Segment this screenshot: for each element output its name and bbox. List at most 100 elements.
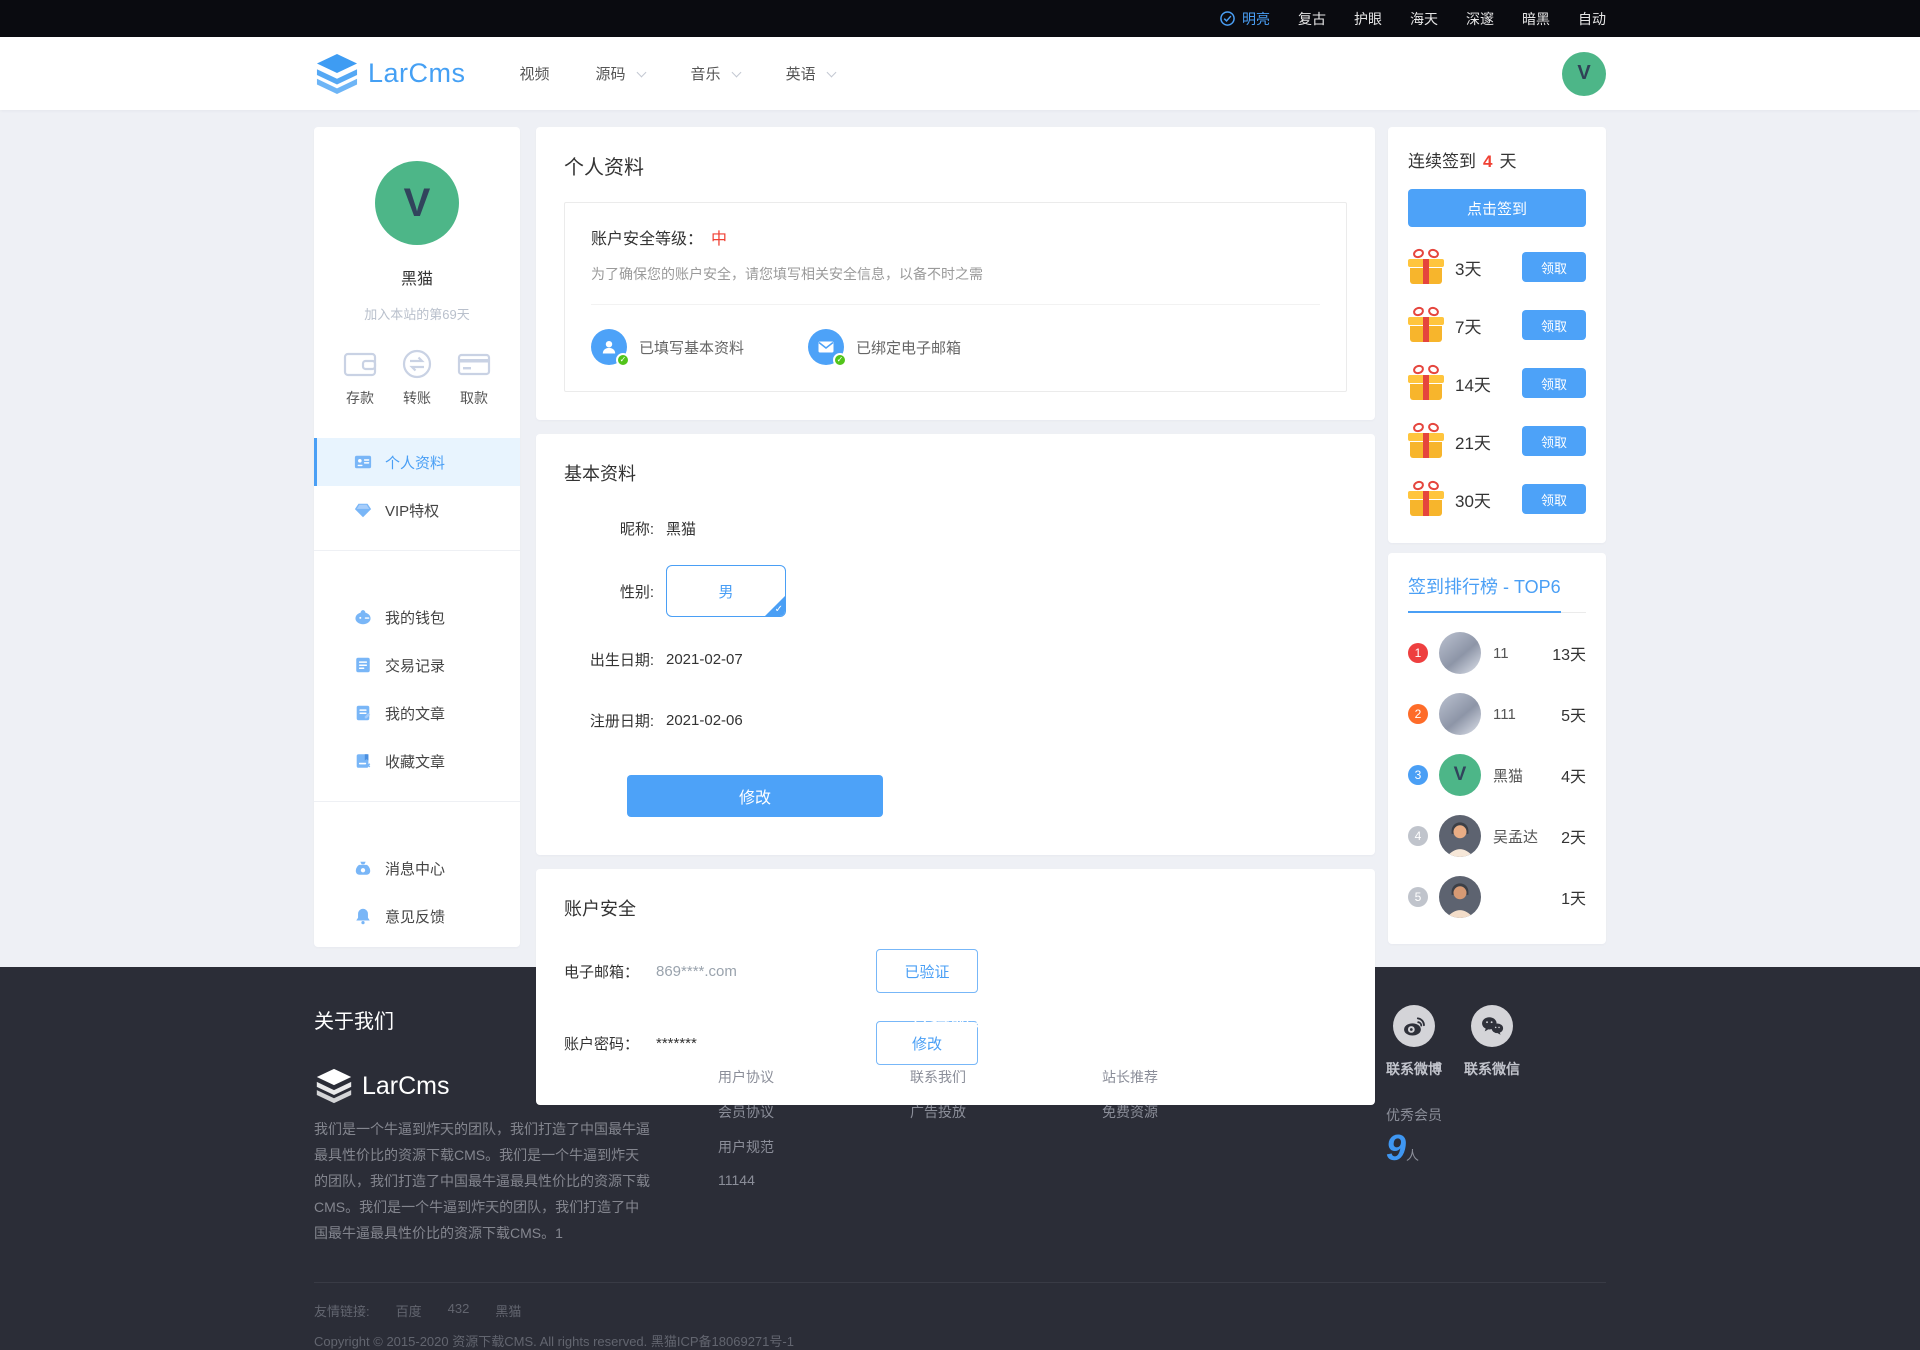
menu-divider <box>314 801 520 802</box>
signin-streak: 连续签到4天 <box>1408 147 1586 172</box>
wallet-op-label: 转账 <box>403 388 431 408</box>
friend-links-label: 友情链接: <box>314 1301 370 1320</box>
status-label: 已绑定电子邮箱 <box>856 337 961 358</box>
ranking-header: 签到排行榜 - TOP6 <box>1408 573 1586 613</box>
wechat-contact[interactable]: 联系微信 <box>1464 1005 1520 1079</box>
footer-link[interactable]: 用户规范 <box>718 1137 882 1157</box>
register-date-value: 2021-02-06 <box>666 712 743 729</box>
members-count: 9 <box>1386 1127 1406 1168</box>
footer-link[interactable]: 站长推荐 <box>1102 1067 1266 1087</box>
sidebar-item-transactions[interactable]: 交易记录 <box>314 641 520 689</box>
wallet-op-label: 存款 <box>346 388 374 408</box>
theme-bar-inner: 明亮 复古 护眼 海天 深邃 暗黑 自动 <box>314 9 1606 29</box>
nav-item-english[interactable]: 英语 <box>786 63 835 84</box>
sidebar-item-label: 收藏文章 <box>385 751 445 772</box>
signin-card: 连续签到4天 点击签到 3天 领取 7天 领取 14天 领取 <box>1388 127 1606 543</box>
ranking-title: 签到排行榜 - TOP6 <box>1408 573 1561 613</box>
theme-item-retro[interactable]: 复古 <box>1298 9 1326 29</box>
rank-name: 黑猫 <box>1493 765 1523 786</box>
theme-item-auto[interactable]: 自动 <box>1578 9 1606 29</box>
footer-link[interactable]: 免费资源 <box>1102 1102 1266 1122</box>
claim-button[interactable]: 领取 <box>1522 426 1586 456</box>
security-level: 账户安全等级：中 <box>591 225 1320 249</box>
chevron-down-icon <box>636 67 646 77</box>
gender-option-male[interactable]: 男 <box>666 565 786 617</box>
selected-check-icon <box>775 604 783 615</box>
bank-card-icon <box>457 349 491 379</box>
sidebar-item-wallet[interactable]: 我的钱包 <box>314 593 520 641</box>
footer-col-title: 网站协议 <box>718 1005 882 1034</box>
avatar-letter: V <box>404 181 431 226</box>
footer-bottom: 友情链接: 百度 432 黑猫 Copyright © 2015-2020 资源… <box>314 1282 1606 1350</box>
transfer-button[interactable]: 转账 <box>393 349 441 408</box>
birthday-value: 2021-02-07 <box>666 651 743 668</box>
sidebar-item-label: 交易记录 <box>385 655 445 676</box>
social-label: 联系微信 <box>1464 1059 1520 1079</box>
profile-sidebar: V 黑猫 加入本站的第69天 存款 转账 取款 <box>314 127 520 947</box>
social-label: 联系微博 <box>1386 1059 1442 1079</box>
theme-item-deep[interactable]: 深邃 <box>1466 9 1494 29</box>
page-body: V 黑猫 加入本站的第69天 存款 转账 取款 <box>0 110 1920 967</box>
basic-info-card: 基本资料 昵称: 黑猫 性别: 男 出生日期: 2021-02-07 <box>536 434 1375 855</box>
sidebar-item-feedback[interactable]: 意见反馈 <box>314 892 520 940</box>
footer-logo: LarCms <box>314 1068 718 1104</box>
gift-icon <box>1408 365 1444 401</box>
sidebar-item-vip[interactable]: VIP特权 <box>314 486 520 534</box>
friend-link[interactable]: 百度 <box>396 1301 422 1320</box>
footer-link[interactable]: 会员协议 <box>718 1102 882 1122</box>
check-badge-icon <box>833 353 847 367</box>
nav-item-source[interactable]: 源码 <box>596 63 645 84</box>
gender-option-label: 男 <box>718 581 733 602</box>
bell-icon <box>354 907 372 925</box>
join-days-text: 加入本站的第69天 <box>314 304 520 323</box>
friend-link[interactable]: 黑猫 <box>495 1301 521 1320</box>
article-doc-icon <box>354 704 372 722</box>
weibo-icon <box>1393 1005 1435 1047</box>
status-label: 已填写基本资料 <box>639 337 744 358</box>
rank-days: 2天 <box>1561 824 1586 848</box>
save-button[interactable]: 修改 <box>627 775 883 817</box>
sidebar-item-label: 我的钱包 <box>385 607 445 628</box>
friend-links: 友情链接: 百度 432 黑猫 <box>314 1301 1606 1320</box>
sidebar-menu: 个人资料 VIP特权 我的钱包 交易记录 我的文章 <box>314 438 520 940</box>
logo-stack-icon <box>314 1068 354 1104</box>
friend-link[interactable]: 432 <box>448 1301 470 1320</box>
theme-item-sea[interactable]: 海天 <box>1410 9 1438 29</box>
ranking-row: 5 1天 <box>1408 876 1586 918</box>
page-grid: V 黑猫 加入本站的第69天 存款 转账 取款 <box>314 127 1606 1105</box>
weibo-contact[interactable]: 联系微博 <box>1386 1005 1442 1079</box>
signin-button[interactable]: 点击签到 <box>1408 189 1586 227</box>
sidebar-item-articles[interactable]: 我的文章 <box>314 689 520 737</box>
theme-item-eyecare[interactable]: 护眼 <box>1354 9 1382 29</box>
sidebar-item-messages[interactable]: 消息中心 <box>314 844 520 892</box>
sidebar-item-profile[interactable]: 个人资料 <box>314 438 520 486</box>
footer-link[interactable]: 11144 <box>718 1172 882 1188</box>
wechat-icon <box>1471 1005 1513 1047</box>
footer-link[interactable]: 广告投放 <box>910 1102 1074 1122</box>
nav-item-music[interactable]: 音乐 <box>691 63 740 84</box>
reward-days: 7天 <box>1455 313 1481 338</box>
reward-row: 14天 领取 <box>1408 365 1586 401</box>
chevron-down-icon <box>731 67 741 77</box>
footer-link[interactable]: 用户协议 <box>718 1067 882 1087</box>
claim-button[interactable]: 领取 <box>1522 368 1586 398</box>
deposit-button[interactable]: 存款 <box>336 349 384 408</box>
claim-button[interactable]: 领取 <box>1522 310 1586 340</box>
theme-item-dark[interactable]: 暗黑 <box>1522 9 1550 29</box>
footer-links: 用户协议 会员协议 用户规范 11144 <box>718 1067 882 1188</box>
footer-link[interactable]: 联系我们 <box>910 1067 1074 1087</box>
reward-days: 30天 <box>1455 487 1491 512</box>
email-verified-button[interactable]: 已验证 <box>876 949 978 993</box>
withdraw-button[interactable]: 取款 <box>450 349 498 408</box>
header-avatar[interactable]: V <box>1562 52 1606 96</box>
nav-item-video[interactable]: 视频 <box>520 63 550 84</box>
register-date-row: 注册日期: 2021-02-06 <box>564 710 1347 731</box>
claim-button[interactable]: 领取 <box>1522 484 1586 514</box>
birthday-row: 出生日期: 2021-02-07 <box>564 649 1347 670</box>
brand-logo[interactable]: LarCms <box>314 53 466 95</box>
main-nav: 视频 源码 音乐 英语 <box>520 63 835 84</box>
rank-badge: 2 <box>1408 704 1428 724</box>
claim-button[interactable]: 领取 <box>1522 252 1586 282</box>
theme-item-bright[interactable]: 明亮 <box>1220 9 1270 29</box>
sidebar-item-favorites[interactable]: 收藏文章 <box>314 737 520 785</box>
